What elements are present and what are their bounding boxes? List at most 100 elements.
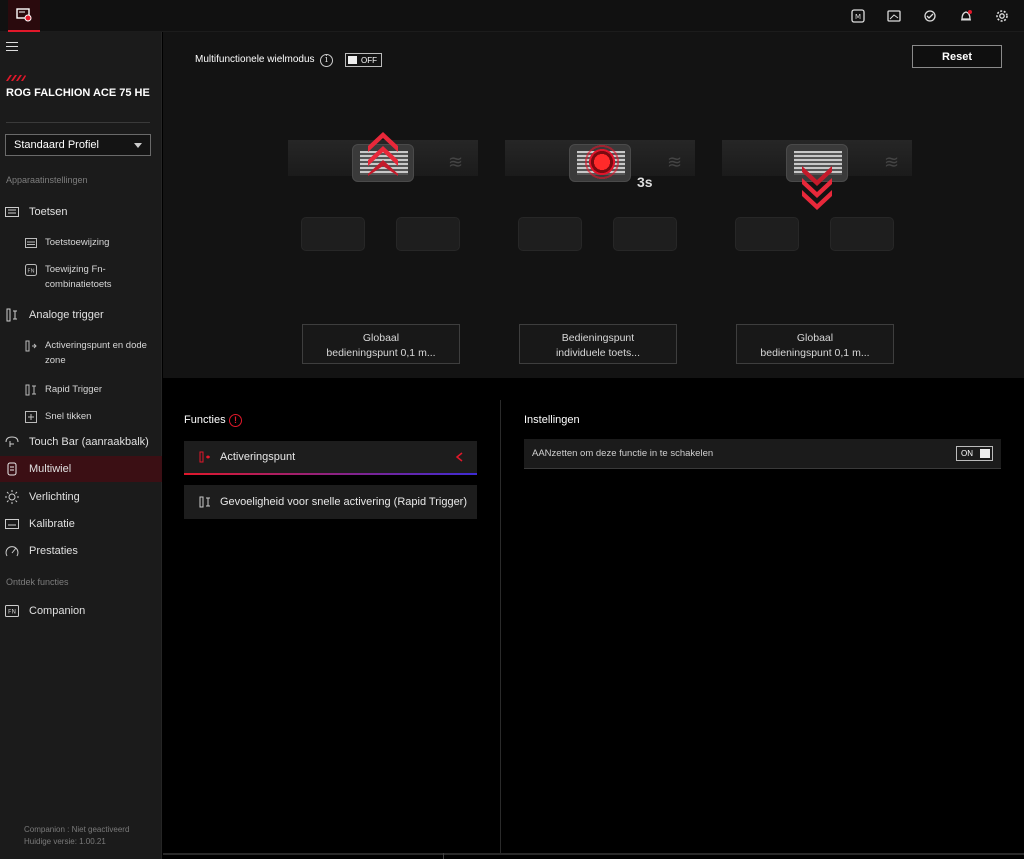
companion-icon: FN bbox=[5, 604, 19, 618]
rog-logo bbox=[6, 75, 26, 81]
sidebar: ROG FALCHION ACE 75 HE Standaard Profiel… bbox=[0, 32, 162, 859]
nav-label: Toetsen bbox=[29, 206, 68, 218]
keycap bbox=[518, 217, 582, 251]
nav-label: Multiwiel bbox=[29, 463, 72, 475]
sub-label: Activeringspunt en dode zone bbox=[45, 340, 147, 366]
enable-function-toggle[interactable]: ON bbox=[956, 446, 993, 461]
toggle-knob bbox=[348, 56, 357, 64]
sub-fn-combinatie[interactable]: FN Toewijzing Fn-combinatietoets bbox=[25, 262, 155, 292]
nav-verlichting[interactable]: Verlichting bbox=[0, 484, 162, 510]
settings-title: Instellingen bbox=[524, 414, 580, 426]
keycap bbox=[613, 217, 677, 251]
menu-icon[interactable] bbox=[6, 42, 18, 52]
keyboard-mode-icon[interactable]: M bbox=[848, 6, 868, 26]
nav-multiwiel[interactable]: Multiwiel bbox=[0, 456, 162, 482]
toggle-state: ON bbox=[961, 449, 973, 458]
rog-eye-logo: ≋ bbox=[884, 152, 900, 172]
sync-icon[interactable] bbox=[920, 6, 940, 26]
caption-line: bedieningspunt 0,1 m... bbox=[760, 347, 870, 359]
bell-icon[interactable] bbox=[956, 6, 976, 26]
enable-function-row: AANzetten om deze functie in te schakele… bbox=[524, 439, 1001, 469]
wheel-icon bbox=[5, 462, 19, 476]
calibration-icon bbox=[5, 517, 19, 531]
wheel-press-preview: 3s ≋ bbox=[505, 122, 695, 262]
hold-duration: 3s bbox=[637, 174, 653, 190]
toggle-state: OFF bbox=[361, 55, 377, 65]
function-rapid-trigger[interactable]: Gevoeligheid voor snelle activering (Rap… bbox=[184, 485, 477, 519]
key-assign-icon bbox=[25, 237, 37, 249]
caption-line: Globaal bbox=[796, 332, 834, 344]
bottom-scrollbar bbox=[163, 853, 1024, 859]
sub-rapid-trigger[interactable]: Rapid Trigger bbox=[25, 382, 155, 397]
keycap bbox=[301, 217, 365, 251]
enable-function-label: AANzetten om deze functie in te schakele… bbox=[532, 448, 714, 459]
nav-toetsen[interactable]: Toetsen bbox=[0, 199, 162, 225]
gear-icon[interactable] bbox=[992, 6, 1012, 26]
nav-label: Analoge trigger bbox=[29, 309, 104, 321]
lighting-icon bbox=[5, 490, 19, 504]
wheel-preview-area: Multifunctionele wielmodus i OFF Reset ≋… bbox=[163, 32, 1024, 378]
panel-divider bbox=[500, 400, 501, 855]
profile-select[interactable]: Standaard Profiel bbox=[5, 134, 151, 156]
rog-eye-logo: ≋ bbox=[667, 152, 683, 172]
sub-activeringspunt[interactable]: Activeringspunt en dode zone bbox=[25, 338, 155, 368]
function-activeringspunt[interactable]: Activeringspunt bbox=[184, 441, 477, 475]
wheel-up-action[interactable]: Globaal bedieningspunt 0,1 m... bbox=[302, 324, 460, 364]
reset-button[interactable]: Reset bbox=[912, 45, 1002, 68]
sub-label: Toewijzing Fn-combinatietoets bbox=[45, 264, 112, 290]
toggle-knob bbox=[980, 449, 990, 458]
wheel-mode-label: Multifunctionele wielmodus bbox=[195, 54, 315, 65]
keycap bbox=[830, 217, 894, 251]
current-version: Huidige versie: 1.00.21 bbox=[24, 837, 106, 846]
selected-indicator-icon bbox=[455, 452, 463, 462]
rog-eye-logo: ≋ bbox=[448, 152, 464, 172]
section-discover: Ontdek functies bbox=[6, 577, 69, 587]
wheel-up-preview: ≋ bbox=[288, 122, 478, 262]
touch-bar-icon bbox=[5, 435, 19, 449]
press-target-icon bbox=[582, 142, 622, 182]
snap-tap-icon bbox=[25, 411, 37, 423]
alert-icon[interactable]: ! bbox=[229, 414, 242, 427]
wheel-down-action[interactable]: Globaal bedieningspunt 0,1 m... bbox=[736, 324, 894, 364]
rapid-trigger-icon bbox=[198, 495, 212, 509]
nav-label: Verlichting bbox=[29, 491, 80, 503]
caption-line: bedieningspunt 0,1 m... bbox=[326, 347, 436, 359]
nav-analoge-trigger[interactable]: Analoge trigger bbox=[0, 302, 162, 328]
nav-prestaties[interactable]: Prestaties bbox=[0, 538, 162, 564]
chevron-down-icon bbox=[134, 143, 142, 148]
keycap bbox=[735, 217, 799, 251]
nav-label: Kalibratie bbox=[29, 518, 75, 530]
wheel-mode-toggle[interactable]: OFF bbox=[345, 53, 382, 67]
keyboard-icon bbox=[5, 205, 19, 219]
rapid-trigger-icon bbox=[25, 384, 37, 396]
wheel-press-action[interactable]: Bedieningspunt individuele toets... bbox=[519, 324, 677, 364]
caption-line: Globaal bbox=[362, 332, 400, 344]
nav-touch-bar[interactable]: Touch Bar (aanraakbalk) bbox=[0, 429, 162, 455]
device-icon bbox=[16, 8, 32, 22]
nav-companion[interactable]: FN Companion bbox=[0, 598, 162, 624]
caption-line: individuele toets... bbox=[555, 347, 641, 359]
nav-kalibratie[interactable]: Kalibratie bbox=[0, 511, 162, 537]
device-tab[interactable] bbox=[8, 0, 40, 32]
nav-label: Companion bbox=[29, 605, 86, 617]
functions-title: Functies bbox=[184, 414, 226, 426]
top-bar: M bbox=[0, 0, 1024, 32]
version-info: Companion : Niet geactiveerd Huidige ver… bbox=[24, 824, 129, 848]
svg-text:M: M bbox=[855, 13, 861, 21]
companion-status: Companion : Niet geactiveerd bbox=[24, 825, 130, 834]
info-icon[interactable]: i bbox=[320, 54, 333, 67]
performance-icon bbox=[5, 544, 19, 558]
function-label: Gevoeligheid voor snelle activering (Rap… bbox=[220, 496, 468, 508]
sub-toetstoewijzing[interactable]: Toetstoewijzing bbox=[25, 235, 155, 250]
trigger-icon bbox=[5, 308, 19, 322]
display-icon[interactable] bbox=[884, 6, 904, 26]
device-name: ROG FALCHION ACE 75 HE bbox=[6, 87, 150, 99]
sub-snel-tikken[interactable]: Snel tikken bbox=[25, 409, 155, 424]
sub-label: Snel tikken bbox=[45, 411, 92, 422]
actuation-icon bbox=[198, 450, 212, 464]
profile-value: Standaard Profiel bbox=[14, 139, 99, 151]
wheel-down-preview: ≋ bbox=[722, 122, 912, 262]
sub-label: Rapid Trigger bbox=[45, 384, 103, 395]
divider bbox=[6, 122, 150, 123]
arrow-down-icon bbox=[802, 166, 832, 210]
